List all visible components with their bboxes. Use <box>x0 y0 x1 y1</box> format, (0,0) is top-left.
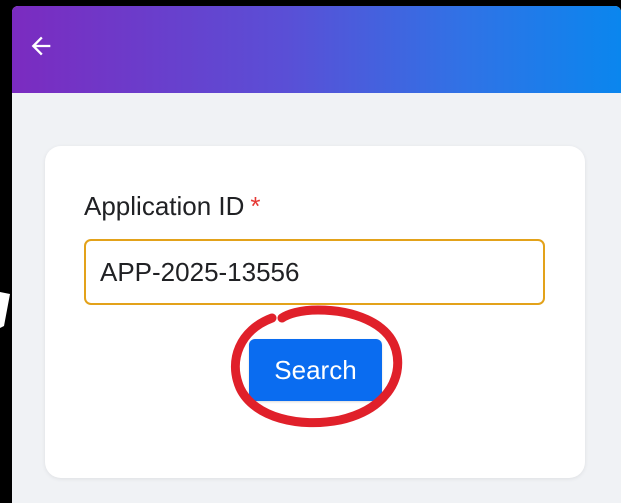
application-id-input[interactable] <box>84 239 545 305</box>
edge-mark <box>0 292 10 328</box>
application-id-label-text: Application ID <box>84 191 245 221</box>
form-card: Application ID* Search <box>45 146 585 478</box>
application-id-label: Application ID * <box>84 191 261 222</box>
search-button[interactable]: Search <box>249 339 382 401</box>
app-bar <box>12 6 621 93</box>
required-marker: * <box>250 191 261 221</box>
back-button[interactable] <box>24 29 58 63</box>
arrow-left-icon <box>31 36 51 56</box>
app-screen: Application ID* Search <box>12 6 621 503</box>
